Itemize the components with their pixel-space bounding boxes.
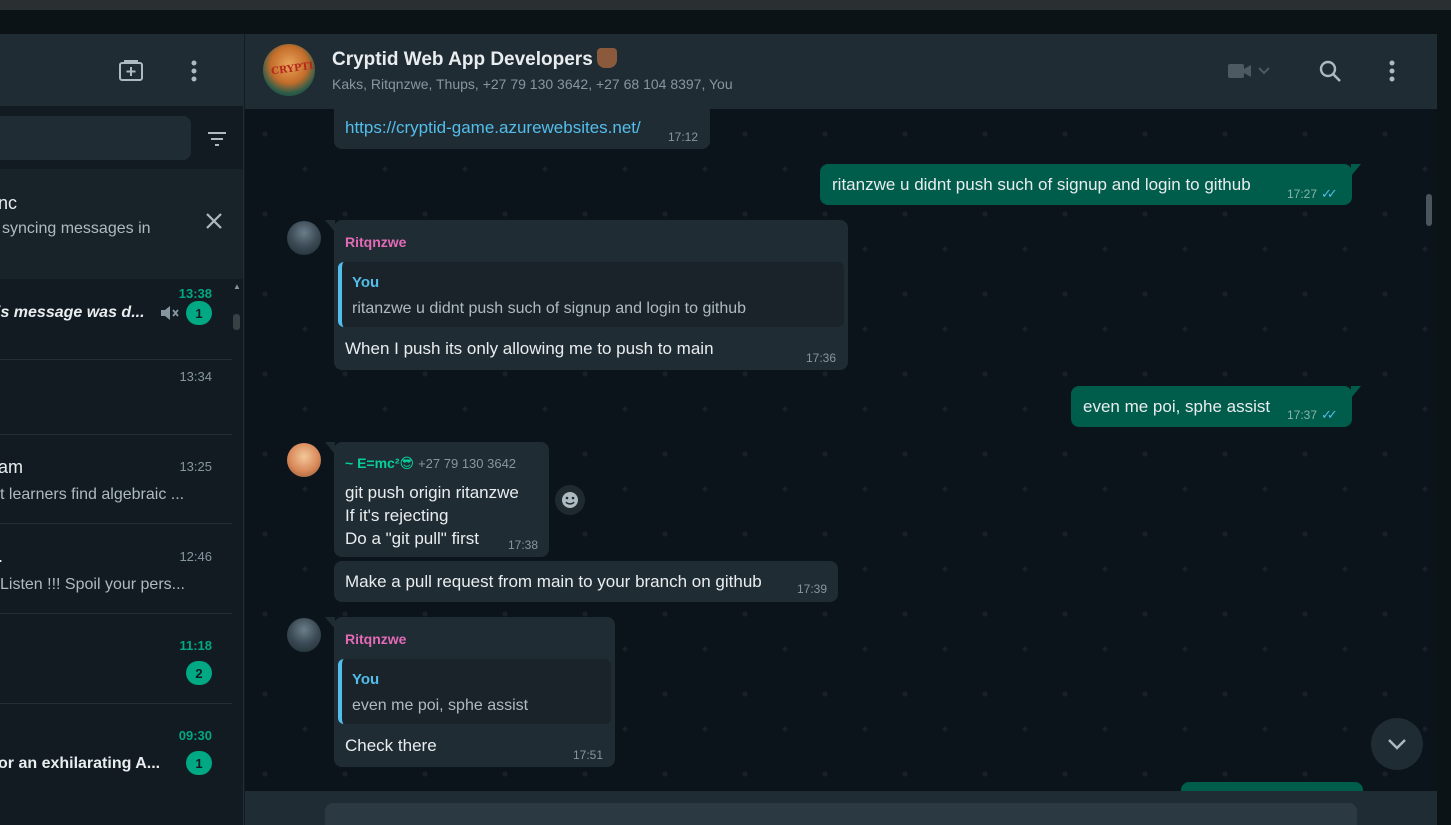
search-input[interactable]	[0, 116, 191, 160]
quoted-text: even me poi, sphe assist	[352, 697, 529, 714]
message-time: 17:38	[508, 538, 539, 552]
conversation-scrollbar[interactable]	[1426, 194, 1432, 226]
conversation-menu-icon[interactable]	[1378, 56, 1406, 86]
chat-time: 13:25	[179, 459, 212, 474]
chat-time: 09:30	[178, 728, 212, 743]
read-ticks-icon: ✓✓	[1321, 186, 1338, 201]
message-text: even me poi, sphe assist	[1083, 397, 1271, 416]
message-bubble-outgoing[interactable]: ritanzwe u didnt push such of signup and…	[820, 164, 1352, 205]
chat-list-item[interactable]: 13:25 am t learners find algebraic ...	[0, 434, 232, 524]
message-bubble[interactable]: Ritqnzwe You ritanzwe u didnt push such …	[334, 220, 848, 370]
chat-last-message: Listen !!! Spoil your pers...	[0, 576, 185, 593]
window-top-gap	[0, 10, 1451, 34]
chat-list-item[interactable]: 09:30 or an exhilarating A... 1	[0, 704, 232, 794]
react-emoji-icon[interactable]	[555, 485, 585, 515]
chat-time: 11:18	[179, 638, 212, 653]
filter-icon[interactable]	[204, 126, 230, 152]
muted-icon	[158, 302, 180, 324]
read-ticks-icon: ✓✓	[1321, 407, 1338, 422]
group-avatar[interactable]: CRYPTID	[263, 44, 315, 96]
chat-sidebar: nc syncing messages in ▲ 13:38 is messag…	[0, 34, 244, 825]
bubble-tail	[1351, 386, 1361, 398]
group-members: Kaks, Ritqnzwe, Thups, +27 79 130 3642, …	[332, 76, 733, 92]
unread-badge: 1	[186, 751, 212, 775]
scroll-up-icon[interactable]: ▲	[233, 282, 241, 291]
chat-list-item[interactable]: 13:34	[0, 345, 232, 435]
window-right-gap	[1437, 34, 1451, 825]
chat-last-message: is message was d...	[0, 304, 145, 321]
scroll-down-button[interactable]	[1371, 718, 1423, 770]
sender-name: ~ E=mc²😎 +27 79 130 3642	[345, 455, 517, 471]
group-title[interactable]: Cryptid Web App Developers	[332, 48, 617, 71]
window-top-bar	[0, 0, 1451, 10]
conversation-header[interactable]: CRYPTID Cryptid Web App Developers Kaks,…	[245, 34, 1437, 109]
new-chat-icon[interactable]	[116, 56, 146, 86]
message-input[interactable]	[325, 803, 1357, 825]
sender-phone: +27 79 130 3642	[418, 456, 517, 471]
quoted-text: ritanzwe u didnt push such of signup and…	[352, 300, 747, 317]
message-bubble[interactable]: Make a pull request from main to your br…	[334, 561, 838, 602]
sync-title: nc	[0, 193, 18, 213]
message-composer	[245, 791, 1437, 825]
quoted-sender: You	[352, 274, 380, 291]
sender-avatar[interactable]	[287, 618, 321, 652]
quoted-message[interactable]: You ritanzwe u didnt push such of signup…	[338, 262, 844, 327]
chat-list-item[interactable]: 11:18 2	[0, 614, 232, 704]
chat-time: 13:38	[178, 286, 212, 301]
sender-name: Ritqnzwe	[345, 234, 407, 250]
chat-name: .	[0, 546, 3, 567]
unread-badge: 1	[186, 301, 212, 325]
message-text: Make a pull request from main to your br…	[345, 572, 762, 591]
message-time: 17:39	[797, 582, 828, 596]
message-text: When I push its only allowing me to push…	[345, 339, 714, 358]
chat-name: am	[0, 457, 24, 477]
chat-time: 12:46	[179, 549, 212, 564]
close-icon[interactable]	[200, 207, 228, 235]
message-time-status: 17:27 ✓✓	[1287, 186, 1338, 201]
message-bubble-outgoing[interactable]: even me poi, sphe assist 17:37 ✓✓	[1071, 386, 1352, 427]
sync-text: syncing messages in	[2, 220, 151, 237]
message-link[interactable]: https://cryptid-game.azurewebsites.net/	[345, 118, 641, 138]
quoted-message[interactable]: You even me poi, sphe assist	[338, 659, 611, 724]
message-text: Check there	[345, 736, 437, 755]
quoted-sender: You	[352, 671, 380, 688]
unread-badge: 2	[186, 661, 212, 685]
sender-avatar[interactable]	[287, 221, 321, 255]
group-emoji-icon	[596, 48, 617, 68]
message-text: ritanzwe u didnt push such of signup and…	[832, 175, 1251, 194]
sender-avatar[interactable]	[287, 443, 321, 477]
message-time: 17:51	[573, 748, 604, 762]
conversation-panel: CRYPTID Cryptid Web App Developers Kaks,…	[245, 34, 1437, 825]
search-icon[interactable]	[1315, 56, 1345, 86]
chat-time: 13:34	[179, 369, 212, 384]
sender-name: Ritqnzwe	[345, 631, 407, 647]
message-time-status: 17:37 ✓✓	[1287, 407, 1338, 422]
menu-icon[interactable]	[180, 56, 208, 86]
video-call-icon[interactable]	[1227, 56, 1271, 86]
chat-last-message: or an exhilarating A...	[0, 755, 161, 772]
sidebar-header	[0, 34, 243, 106]
message-text: git push origin ritanzwe If it's rejecti…	[345, 483, 519, 548]
chat-list-item[interactable]: 12:46 . Listen !!! Spoil your pers...	[0, 524, 232, 614]
sidebar-scrollbar[interactable]	[233, 314, 240, 330]
bubble-tail	[1351, 164, 1361, 176]
message-bubble[interactable]: ~ E=mc²😎 +27 79 130 3642 git push origin …	[334, 442, 549, 557]
message-time: 17:36	[806, 351, 837, 365]
message-time: 17:12	[668, 130, 699, 144]
chat-last-message: t learners find algebraic ...	[0, 486, 185, 503]
message-bubble[interactable]: Ritqnzwe You even me poi, sphe assist Ch…	[334, 617, 615, 767]
